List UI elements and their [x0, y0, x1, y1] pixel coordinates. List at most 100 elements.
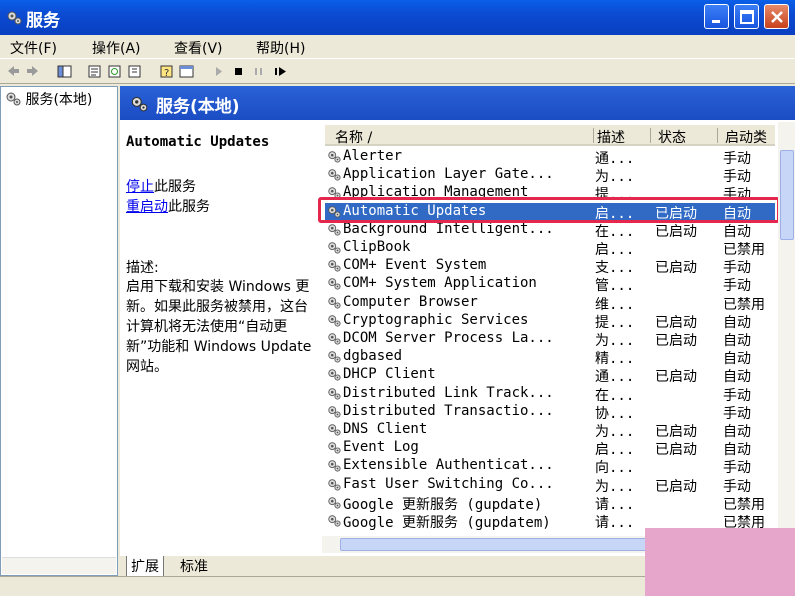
stop-service-icon[interactable] — [230, 63, 247, 80]
minimize-button[interactable] — [704, 4, 729, 29]
restart-service-icon[interactable] — [272, 63, 289, 80]
service-description: 支... — [595, 260, 635, 277]
service-gear-icon — [327, 440, 341, 458]
export-list-icon[interactable] — [126, 63, 143, 80]
service-row[interactable]: COM+ System Application 管... 手动 — [325, 275, 775, 294]
title-bar: 服务 — [0, 0, 795, 35]
column-header-name[interactable]: 名称 / — [335, 127, 372, 147]
service-description: 向... — [595, 460, 635, 477]
service-row[interactable]: DHCP Client 通... 已启动 自动 — [325, 366, 775, 386]
tab-standard[interactable]: 标准 — [176, 556, 212, 576]
service-row[interactable]: Distributed Transactio... 协... 手动 — [325, 402, 775, 422]
service-name: Google 更新服务 (gupdatem) — [343, 515, 551, 531]
service-description: 在... — [595, 223, 635, 240]
service-name: Distributed Link Track... — [343, 384, 554, 401]
service-row[interactable]: COM+ Event System 支... 已启动 手动 — [325, 257, 775, 277]
service-status: 已启动 — [655, 369, 697, 386]
service-startup-type: 自动 — [723, 333, 751, 349]
service-status: 已启动 — [655, 478, 697, 495]
menu-file[interactable]: 文件(F) — [10, 38, 57, 58]
menu-help[interactable]: 帮助(H) — [256, 38, 305, 58]
service-name: COM+ Event System — [343, 257, 487, 274]
tree-horizontal-scrollbar[interactable] — [2, 557, 116, 574]
service-description: 为... — [595, 169, 635, 186]
service-row[interactable]: DNS Client 为... 已启动 自动 — [325, 421, 775, 440]
service-row[interactable]: Fast User Switching Co... 为... 已启动 手动 — [325, 475, 775, 495]
service-gear-icon — [327, 167, 341, 185]
extended-description-pane: Automatic Updates 停止此服务 重启动此服务 描述: 启用下载和… — [120, 120, 320, 556]
refresh-icon[interactable] — [106, 63, 123, 80]
service-name: DNS Client — [343, 421, 428, 437]
column-header-description[interactable]: 描述 — [597, 127, 625, 147]
service-row[interactable]: Application Layer Gate... 为... 手动 — [325, 166, 775, 186]
tab-extended[interactable]: 扩展 — [126, 556, 164, 577]
service-row[interactable]: Cryptographic Services 提... 已启动 自动 — [325, 311, 775, 331]
service-row[interactable]: Alerter 通... 手动 — [325, 148, 775, 167]
service-row[interactable]: Extensible Authenticat... 向... 手动 — [325, 457, 775, 477]
back-arrow-icon[interactable] — [5, 63, 22, 80]
service-description: 为... — [595, 424, 635, 440]
service-startup-type: 自动 — [723, 314, 751, 331]
service-name: Cryptographic Services — [343, 311, 529, 328]
service-gear-icon — [327, 477, 341, 495]
service-startup-type: 手动 — [723, 405, 751, 422]
service-row[interactable]: dgbased 精... 自动 — [325, 348, 775, 368]
service-gear-icon — [327, 295, 341, 313]
service-description: 精... — [595, 351, 635, 368]
service-startup-type: 自动 — [723, 223, 751, 240]
vertical-scroll-thumb[interactable] — [780, 150, 794, 240]
console-icon[interactable] — [178, 63, 195, 80]
service-status: 已启动 — [655, 314, 697, 331]
stop-service-suffix: 此服务 — [154, 179, 196, 195]
service-gear-icon — [327, 240, 341, 258]
column-header-startup-type[interactable]: 启动类 — [725, 127, 767, 147]
help-icon[interactable]: ? — [158, 63, 175, 80]
forward-arrow-icon[interactable] — [24, 63, 41, 80]
service-status: 已启动 — [655, 333, 697, 349]
service-row[interactable]: DCOM Server Process La... 为... 已启动 自动 — [325, 330, 775, 349]
maximize-button[interactable] — [734, 4, 759, 29]
service-description: 提... — [595, 314, 635, 331]
menu-bar: 文件(F) 操作(A) 查看(V) 帮助(H) — [0, 35, 795, 58]
services-gear-icon — [6, 92, 21, 106]
details-title: 服务(本地) — [156, 97, 240, 117]
service-gear-icon — [327, 258, 341, 276]
column-separator[interactable] — [717, 128, 718, 143]
service-description: 维... — [595, 296, 635, 313]
pause-service-icon[interactable] — [250, 63, 267, 80]
service-row[interactable]: Distributed Link Track... 在... 手动 — [325, 384, 775, 404]
service-description: 协... — [595, 405, 635, 422]
service-row[interactable]: Computer Browser 维... 已禁用 — [325, 294, 775, 313]
start-service-icon[interactable] — [210, 63, 227, 80]
service-startup-type: 手动 — [723, 478, 751, 495]
service-startup-type: 自动 — [723, 369, 751, 386]
service-description: 请... — [595, 515, 635, 531]
properties-icon[interactable] — [86, 63, 103, 80]
column-header-status[interactable]: 状态 — [658, 127, 686, 147]
service-row[interactable]: Google 更新服务 (gupdate) 请... 已禁用 — [325, 494, 775, 513]
service-startup-type: 自动 — [723, 442, 751, 459]
service-name: Distributed Transactio... — [343, 402, 554, 419]
service-startup-type: 已禁用 — [723, 296, 765, 313]
column-separator[interactable] — [650, 128, 651, 143]
tree-item-services-local[interactable]: 服务(本地) — [5, 89, 92, 109]
service-name: Fast User Switching Co... — [343, 475, 554, 492]
restart-service-link[interactable]: 重启动 — [126, 199, 168, 215]
service-row[interactable]: ClipBook 启... 已禁用 — [325, 239, 775, 258]
close-button[interactable] — [764, 4, 789, 29]
service-gear-icon — [327, 386, 341, 404]
services-gear-icon — [7, 11, 22, 25]
service-row[interactable]: Background Intelligent... 在... 已启动 自动 — [325, 221, 775, 240]
menu-view[interactable]: 查看(V) — [174, 38, 223, 58]
column-separator[interactable] — [593, 128, 594, 143]
stop-service-link[interactable]: 停止 — [126, 179, 154, 195]
service-name: Event Log — [343, 439, 419, 456]
show-hide-tree-icon[interactable] — [56, 63, 73, 80]
stop-service-line: 停止此服务 — [126, 176, 196, 196]
service-gear-icon — [327, 458, 341, 476]
service-startup-type: 自动 — [723, 424, 751, 440]
service-row[interactable]: Event Log 启... 已启动 自动 — [325, 439, 775, 459]
menu-action[interactable]: 操作(A) — [92, 38, 141, 58]
service-gear-icon — [327, 149, 341, 167]
service-status: 已启动 — [655, 223, 697, 240]
